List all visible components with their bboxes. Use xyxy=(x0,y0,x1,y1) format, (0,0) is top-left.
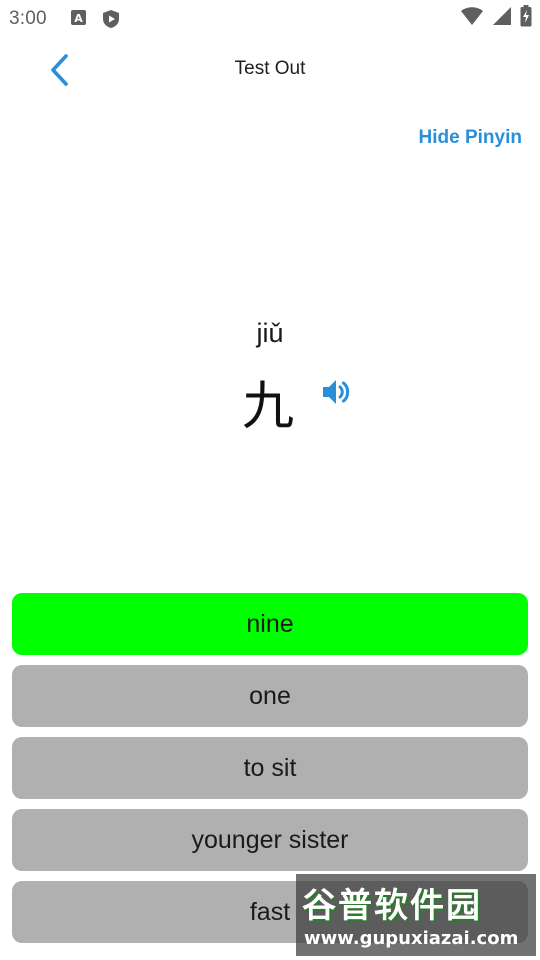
speaker-icon xyxy=(320,380,352,412)
watermark-title: 谷普软件园 xyxy=(302,886,482,926)
watermark: 谷普软件园 www.gupuxiazai.com xyxy=(296,874,536,956)
svg-text:A: A xyxy=(74,12,83,25)
status-right-icons xyxy=(460,4,532,32)
hanzi-character: 九 xyxy=(242,377,295,437)
watermark-url: www.gupuxiazai.com xyxy=(304,928,519,949)
answer-option-one[interactable]: one xyxy=(12,665,528,727)
play-audio-button[interactable] xyxy=(320,376,352,408)
header: Test Out xyxy=(0,36,540,106)
hide-pinyin-button[interactable]: Hide Pinyin xyxy=(419,127,522,149)
screen: 3:00 A Test Out Hide Pinyin jiǔ 九 nine o… xyxy=(0,0,540,960)
page-title: Test Out xyxy=(234,58,306,79)
status-bar: 3:00 A xyxy=(0,0,540,36)
answer-option-nine[interactable]: nine xyxy=(12,593,528,655)
pinyin-text: jiǔ xyxy=(256,318,284,348)
answer-option-to-sit[interactable]: to sit xyxy=(12,737,528,799)
a-text-icon: A xyxy=(70,9,88,27)
signal-icon xyxy=(492,6,512,31)
wifi-icon xyxy=(460,6,484,31)
answer-option-younger-sister[interactable]: younger sister xyxy=(12,809,528,871)
battery-charging-icon xyxy=(520,4,532,32)
shield-play-icon xyxy=(101,9,119,28)
status-time: 3:00 xyxy=(9,8,47,29)
